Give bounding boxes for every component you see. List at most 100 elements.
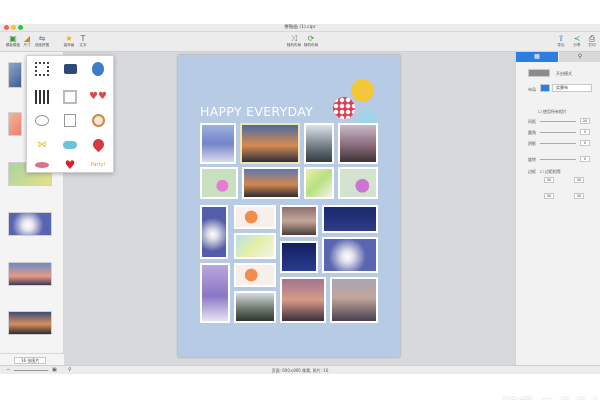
text-icon: T [80,34,86,43]
collage-photo[interactable] [234,291,276,323]
collage-photo[interactable] [304,167,334,199]
balloon-sticker[interactable] [333,97,355,119]
sunglasses-sticker[interactable]: ♥♥ [89,88,107,105]
camera-sticker[interactable] [61,60,79,77]
shadow-field[interactable]: 0 [580,140,590,146]
collage-photo[interactable] [280,205,318,237]
tab-layout[interactable]: ▦ [516,52,558,62]
bow-sticker[interactable]: ⋈ [33,136,51,153]
shadow-slider[interactable] [540,143,576,144]
rotation-label: 旋转 [528,157,536,162]
lips-sticker[interactable] [33,156,51,173]
qr-frame-icon [35,61,49,76]
collage-photo[interactable] [240,123,300,164]
collage-photo[interactable] [338,167,378,199]
margin-label: 边框 [528,169,536,174]
merge-icon: ⇋ [38,34,46,43]
qr-frame-sticker[interactable] [33,60,51,77]
equal-margin-checkbox[interactable]: ☐ 边距相等 [540,169,561,175]
export-button[interactable]: ⇪ 导出 [553,33,569,51]
collage-photo[interactable] [234,205,276,229]
collage-photo[interactable] [200,123,236,164]
party-text: Party! [90,161,106,168]
mode-preview [528,69,550,77]
collage-photo[interactable] [200,205,228,259]
speech-bubble-icon [35,115,49,126]
collage-app: 拼贴画 (1).clpr ▣ 模板模板 ◢ 尺寸 ⇋ 双面拼图 ★ 装饰画 T … [0,0,600,400]
refresh-button-label: 随机布局 [303,43,319,47]
window-title: 拼贴画 (1).clpr [284,25,316,30]
party-text-sticker[interactable]: Party! [85,156,111,173]
sticker-popover: ♥♥ ⋈ ♥ Party! [26,55,114,173]
margin-bottom-field[interactable]: 30 [574,193,584,199]
status-text: 页面: 600×800 像素, 照片: 16 [271,368,329,373]
properties-panel: ▦ ⚲ 开启模式 布局 实景布 ☐ 使用所有相片 间距 20 圆角 0 阴影 0… [515,52,600,365]
layout-select[interactable] [540,84,550,92]
heart-sticker[interactable]: ♥ [61,156,79,173]
collage-photo[interactable] [242,167,300,199]
rotation-field[interactable]: 0 [580,156,590,162]
margin-left-field[interactable]: 30 [544,193,554,199]
balloons-sticker[interactable] [89,60,107,77]
collage-photo[interactable] [200,263,230,323]
shuffle-icon: ⤨ [290,34,298,43]
corner-field[interactable]: 0 [580,129,590,135]
speech-bubble-sticker[interactable] [33,112,51,129]
coffee-icon [91,114,105,127]
share-icon: ≺ [573,34,581,43]
collage-photo[interactable] [322,237,378,273]
margin-right-field[interactable]: 30 [574,177,584,183]
print-button-label: 打印 [588,43,596,47]
collage-photo[interactable] [322,205,378,233]
collage-photo[interactable] [280,241,318,273]
spacing-field[interactable]: 20 [580,118,590,124]
strawberry-sticker[interactable] [89,136,107,153]
text-button[interactable]: T 文字 [72,33,94,51]
note-icon [64,114,76,127]
print-button[interactable]: ⎙ 打印 [584,33,600,51]
shadow-label: 阴影 [528,141,536,146]
share-button[interactable]: ≺ 分享 [569,33,585,51]
collage-photo[interactable] [234,263,276,287]
cloud-sticker[interactable] [61,136,79,153]
collage-photo[interactable] [330,277,378,323]
photo-thumbnail[interactable] [8,311,52,335]
collage-photo[interactable] [338,123,378,164]
layout-label: 布局 [528,87,536,92]
cloud-icon [63,140,77,149]
balloon-sticker[interactable] [351,79,374,102]
corner-slider[interactable] [540,132,576,133]
text-button-label: 文字 [79,43,87,47]
collage-photo[interactable] [234,233,276,259]
layout-value[interactable]: 实景布 [552,84,592,92]
headline-text[interactable]: HAPPY EVERYDAY [200,104,313,119]
photo-thumbnail[interactable] [8,212,52,236]
corner-label: 圆角 [528,130,536,135]
bow-icon: ⋈ [37,139,47,150]
photo-thumbnail[interactable] [8,62,22,88]
spacing-label: 间距 [528,119,536,124]
refresh-button[interactable]: ⟳ 随机布局 [300,33,322,51]
margin-top-field[interactable]: 30 [544,177,554,183]
frame-sticker[interactable] [61,88,79,105]
use-all-photos-label: 使用所有相片 [542,109,567,114]
rotation-slider[interactable] [540,159,576,160]
qr-code-sticker[interactable] [33,88,51,105]
photo-thumbnail[interactable] [8,262,52,286]
note-sticker[interactable] [61,112,79,129]
frame-icon [63,89,77,104]
photo-thumbnail[interactable] [8,112,22,136]
mode-label: 开启模式 [556,71,572,76]
refresh-icon: ⟳ [307,34,315,43]
collage-photo[interactable] [200,167,238,199]
use-all-photos-checkbox[interactable]: ☐ 使用所有相片 [538,109,567,115]
spacing-slider[interactable] [540,121,576,122]
coffee-sticker[interactable] [89,112,107,129]
collage-photo[interactable] [280,277,326,323]
merge-button[interactable]: ⇋ 双面拼图 [30,33,54,51]
tab-search[interactable]: ⚲ [559,52,600,62]
collage-photo[interactable] [304,123,334,164]
photo-count-button[interactable]: 16 张图片 [14,357,47,364]
collage-page[interactable]: HAPPY EVERYDAY [178,55,400,357]
sidebar-footer: 16 张图片 [0,353,64,365]
